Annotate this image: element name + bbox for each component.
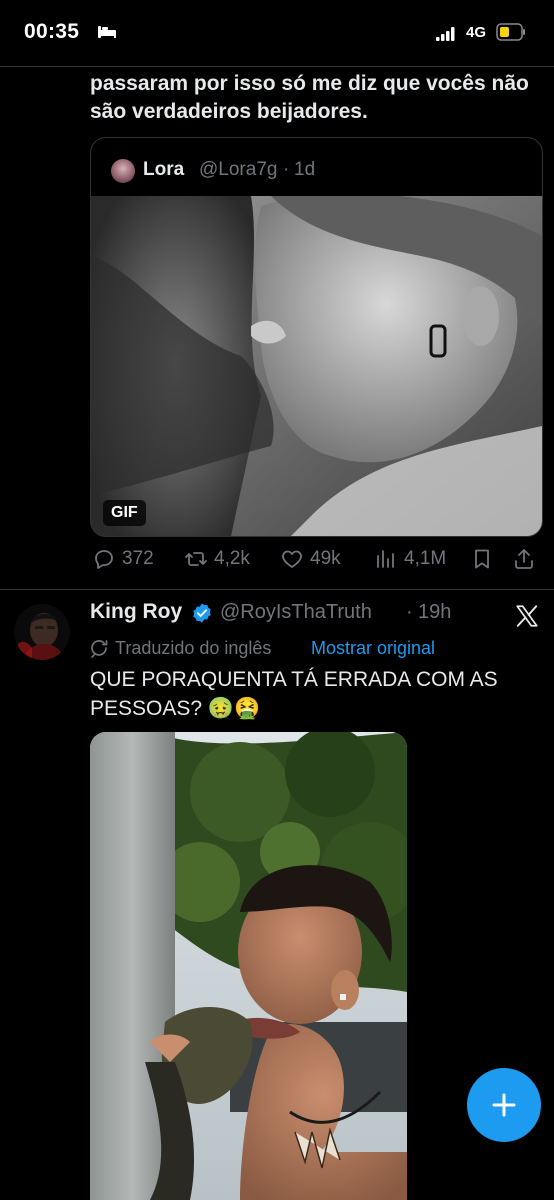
share-button[interactable] (512, 546, 542, 572)
avatar[interactable] (14, 604, 70, 660)
retweet-count: 4,2k (214, 548, 250, 569)
views-icon (377, 550, 394, 568)
like-button[interactable]: 49k (280, 546, 341, 572)
battery-icon (496, 23, 525, 41)
like-count: 49k (310, 548, 341, 569)
retweet-button[interactable]: 4,2k (184, 546, 250, 572)
reply-count: 372 (122, 548, 154, 569)
translate-icon (91, 640, 108, 658)
author-name[interactable]: King Roy (90, 600, 182, 624)
author-handle[interactable]: @RoyIsThaTruth (220, 601, 372, 624)
x-logo-icon[interactable] (514, 603, 540, 629)
tweet-text: QUE PORAQUENTA TÁ ERRADA COM AS PESSOAS?… (90, 668, 498, 720)
separator-dot: · (406, 601, 413, 623)
quoted-timestamp[interactable]: 1d (294, 159, 315, 181)
quoted-author-name[interactable]: Lora (143, 159, 184, 181)
signal-icon (436, 27, 455, 41)
network-label: 4G (466, 24, 487, 41)
bookmark-icon (475, 549, 489, 569)
avatar[interactable] (111, 159, 135, 183)
views-button[interactable]: 4,1M (374, 546, 446, 572)
plus-icon (492, 1093, 516, 1117)
views-count: 4,1M (404, 548, 447, 569)
video-media[interactable] (90, 732, 407, 1200)
show-original-link[interactable]: Mostrar original (311, 638, 435, 659)
separator-dot: · (283, 159, 290, 180)
status-time: 00:35 (24, 20, 80, 43)
divider (0, 66, 554, 67)
timestamp[interactable]: 19h (418, 601, 451, 624)
verified-badge-icon (193, 603, 211, 623)
bookmark-button[interactable] (470, 546, 500, 572)
bed-icon (98, 26, 116, 38)
divider (0, 589, 554, 590)
quoted-tweet-card[interactable]: Lora @Lora7g · 1d GIF (90, 137, 543, 537)
gif-media[interactable] (91, 196, 542, 536)
tweet-text: passaram por isso só me diz que vocês nã… (90, 72, 529, 123)
quoted-author-handle: @Lora7g (199, 159, 278, 180)
reply-icon (95, 550, 113, 569)
gif-badge: GIF (103, 500, 146, 526)
retweet-icon (185, 552, 207, 566)
reply-button[interactable]: 372 (92, 546, 154, 572)
heart-icon (282, 550, 302, 568)
translated-label: Traduzido do inglês (115, 638, 272, 658)
compose-button[interactable] (467, 1068, 541, 1142)
share-icon (515, 549, 533, 569)
